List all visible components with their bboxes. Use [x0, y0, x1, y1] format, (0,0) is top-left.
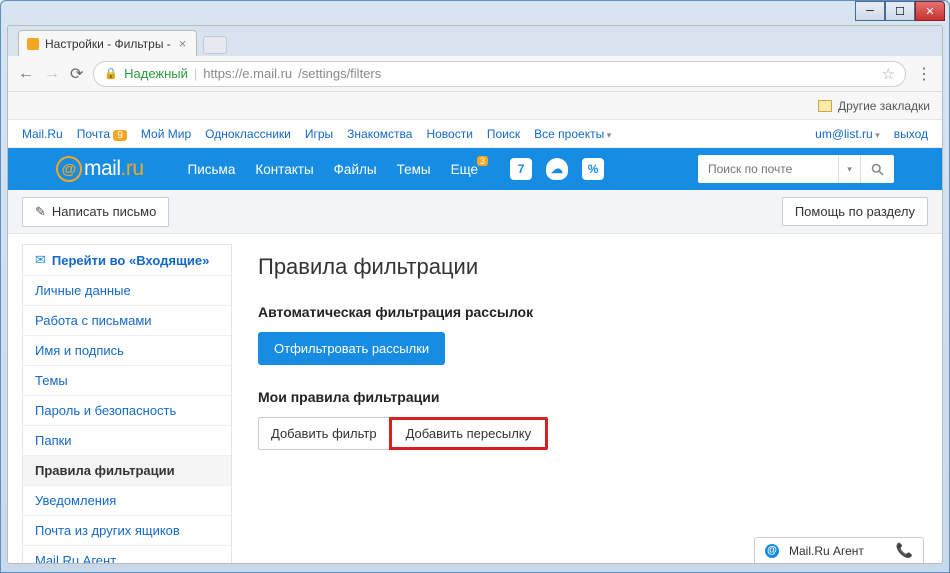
nav-dating[interactable]: Знакомства — [347, 127, 412, 141]
rules-button-row: Добавить фильтр Добавить пересылку — [258, 417, 928, 450]
compose-button[interactable]: Написать письмо — [22, 197, 169, 227]
minimize-button[interactable]: ─ — [855, 1, 885, 21]
main-panel: Правила фильтрации Автоматическая фильтр… — [232, 244, 928, 563]
nav-all-projects[interactable]: Все проекты — [534, 127, 611, 141]
nav-mailru[interactable]: Mail.Ru — [22, 127, 63, 141]
add-filter-button[interactable]: Добавить фильтр — [258, 417, 390, 450]
lock-icon: 🔒 — [104, 67, 118, 80]
tab-title: Настройки - Фильтры - — [45, 37, 171, 51]
address-bar: ← → ⟳ 🔒 Надежный | https://e.mail.ru/set… — [8, 56, 942, 92]
folder-icon — [818, 100, 832, 112]
back-button[interactable]: ← — [18, 65, 34, 83]
nav-games[interactable]: Игры — [305, 127, 333, 141]
percent-icon[interactable] — [582, 158, 604, 180]
tab-strip: Настройки - Фильтры - × — [8, 26, 942, 56]
filter-mailings-button[interactable]: Отфильтровать рассылки — [258, 332, 445, 365]
other-bookmarks-link[interactable]: Другие закладки — [838, 99, 930, 113]
logout-link[interactable]: выход — [894, 127, 928, 141]
section-my-rules-title: Мои правила фильтрации — [258, 389, 928, 405]
maximize-button[interactable]: ☐ — [885, 1, 915, 21]
browser-tab[interactable]: Настройки - Фильтры - × — [18, 30, 197, 56]
nav-more[interactable]: Еще3 — [451, 162, 478, 177]
new-tab-button[interactable] — [203, 36, 227, 54]
search-input[interactable] — [698, 155, 838, 183]
search-icon — [870, 162, 885, 177]
nav-odnoklassniki[interactable]: Одноклассники — [205, 127, 291, 141]
sidebar-item-filters[interactable]: Правила фильтрации — [23, 456, 231, 486]
section-auto-filter-title: Автоматическая фильтрация рассылок — [258, 304, 928, 320]
nav-mymir[interactable]: Мой Мир — [141, 127, 191, 141]
calendar-icon[interactable]: 7 — [510, 158, 532, 180]
sidebar-item-other-mail[interactable]: Почта из других ящиков — [23, 516, 231, 546]
nav-mail[interactable]: Почта 9 — [77, 127, 127, 141]
bookmark-star-icon[interactable]: ☆ — [882, 65, 895, 83]
agent-status-icon: @ — [765, 544, 779, 558]
agent-label: Mail.Ru Агент — [789, 544, 864, 558]
settings-sidebar: ✉ Перейти во «Входящие» Личные данные Ра… — [22, 244, 232, 563]
page-content: Mail.Ru Почта 9 Мой Мир Одноклассники Иг… — [8, 120, 942, 563]
nav-news[interactable]: Новости — [426, 127, 472, 141]
favicon-icon — [27, 38, 39, 50]
window-controls: ─ ☐ ✕ — [855, 1, 945, 21]
search-button[interactable] — [860, 155, 894, 183]
content-area: ✉ Перейти во «Входящие» Личные данные Ра… — [8, 234, 942, 563]
sidebar-item-personal[interactable]: Личные данные — [23, 276, 231, 306]
secure-label: Надежный — [124, 66, 188, 81]
close-button[interactable]: ✕ — [915, 1, 945, 21]
envelope-icon: ✉ — [35, 252, 46, 268]
forward-button[interactable]: → — [44, 65, 60, 83]
nav-letters[interactable]: Письма — [188, 162, 236, 177]
sidebar-item-folders[interactable]: Папки — [23, 426, 231, 456]
titlebar: ─ ☐ ✕ — [1, 1, 949, 25]
compose-icon — [35, 204, 46, 220]
nav-contacts[interactable]: Контакты — [255, 162, 313, 177]
user-email-menu[interactable]: um@list.ru — [815, 127, 880, 141]
reload-button[interactable]: ⟳ — [70, 64, 83, 84]
help-button[interactable]: Помощь по разделу — [782, 197, 928, 226]
sidebar-item-notifications[interactable]: Уведомления — [23, 486, 231, 516]
nav-files[interactable]: Файлы — [334, 162, 377, 177]
sidebar-item-themes[interactable]: Темы — [23, 366, 231, 396]
mailru-logo[interactable]: @ mail.ru — [56, 156, 144, 182]
mail-count-badge: 9 — [113, 130, 127, 141]
window-frame: ─ ☐ ✕ Настройки - Фильтры - × ← → ⟳ 🔒 На… — [0, 0, 950, 573]
page-title: Правила фильтрации — [258, 254, 928, 280]
sidebar-item-signature[interactable]: Имя и подпись — [23, 336, 231, 366]
sidebar-item-security[interactable]: Пароль и безопасность — [23, 396, 231, 426]
browser-menu-button[interactable]: ⋮ — [916, 64, 932, 84]
search-box: ▾ — [698, 155, 894, 183]
sidebar-item-inbox[interactable]: ✉ Перейти во «Входящие» — [23, 245, 231, 276]
sidebar-item-agent[interactable]: Mail.Ru Агент — [23, 546, 231, 563]
top-nav: Mail.Ru Почта 9 Мой Мир Одноклассники Иг… — [8, 120, 942, 148]
nav-themes[interactable]: Темы — [397, 162, 431, 177]
url-host: https://e.mail.ru — [203, 66, 292, 81]
agent-bar[interactable]: @ Mail.Ru Агент 📞 — [754, 537, 924, 563]
bookmarks-bar: Другие закладки — [8, 92, 942, 120]
main-nav-bar: @ mail.ru Письма Контакты Файлы Темы Еще… — [8, 148, 942, 190]
tab-close-icon[interactable]: × — [177, 36, 189, 51]
url-input[interactable]: 🔒 Надежный | https://e.mail.ru/settings/… — [93, 61, 906, 87]
sidebar-item-messages[interactable]: Работа с письмами — [23, 306, 231, 336]
more-badge: 3 — [477, 156, 488, 166]
browser-window: Настройки - Фильтры - × ← → ⟳ 🔒 Надежный… — [7, 25, 943, 564]
url-path: /settings/filters — [298, 66, 381, 81]
add-forward-button[interactable]: Добавить пересылку — [389, 417, 549, 450]
phone-icon[interactable]: 📞 — [896, 542, 913, 559]
nav-search[interactable]: Поиск — [487, 127, 520, 141]
cloud-icon[interactable]: ☁ — [546, 158, 568, 180]
search-dropdown[interactable]: ▾ — [838, 155, 860, 183]
action-row: Написать письмо Помощь по разделу — [8, 190, 942, 234]
at-icon: @ — [56, 156, 82, 182]
